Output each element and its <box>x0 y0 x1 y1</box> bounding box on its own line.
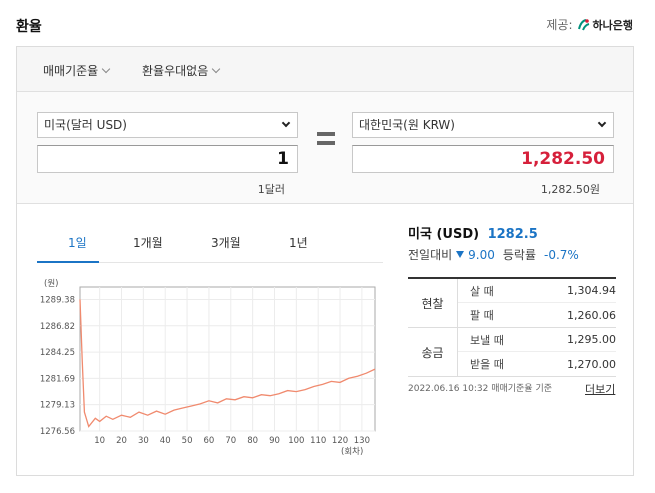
y-axis-label: (원) <box>44 279 58 289</box>
y-tick-label: 1284.25 <box>40 348 75 358</box>
table-row: 보낼 때 1,295.00 <box>458 328 616 352</box>
tab-1-month[interactable]: 1개월 <box>133 234 163 251</box>
remit-label: 송금 <box>408 328 458 376</box>
tab-1-year[interactable]: 1년 <box>289 234 308 251</box>
standard-filter[interactable]: 매매기준율 <box>43 62 111 79</box>
row-value: 1,304.94 <box>567 284 616 297</box>
x-tick-label: 120 <box>332 436 348 446</box>
equals-icon <box>317 132 335 146</box>
chevron-down-icon <box>101 64 111 73</box>
y-tick-label: 1289.38 <box>40 296 75 306</box>
x-tick-label: 90 <box>269 436 280 446</box>
x-axis-label: (회차) <box>341 447 363 457</box>
to-currency-select[interactable]: 대한민국(원 KRW) <box>352 112 614 138</box>
current-rate: 1282.5 <box>487 227 538 242</box>
active-tab-indicator <box>37 261 99 263</box>
provider: 제공: 하나은행 <box>546 16 633 33</box>
table-row: 받을 때 1,270.00 <box>458 352 616 376</box>
rate-change: 전일대비 9.00 등락률 -0.7% <box>408 246 579 263</box>
x-tick-label: 130 <box>354 436 370 446</box>
x-tick-label: 110 <box>310 436 326 446</box>
filter-bar: 매매기준율 환율우대없음 <box>17 47 633 92</box>
more-link[interactable]: 더보기 <box>585 381 615 397</box>
bank-logo-icon <box>577 18 589 30</box>
standard-filter-label: 매매기준율 <box>43 64 99 78</box>
pct-value: -0.7% <box>544 247 579 262</box>
x-tick-label: 80 <box>247 436 258 446</box>
to-amount-unit: 1,282.50원 <box>540 183 600 196</box>
row-label: 살 때 <box>470 284 494 298</box>
tab-1-day[interactable]: 1일 <box>68 234 87 251</box>
y-tick-label: 1279.13 <box>40 401 75 411</box>
chevron-down-icon <box>597 118 607 128</box>
provider-name: 하나은행 <box>592 18 633 32</box>
x-tick-label: 60 <box>204 436 215 446</box>
x-tick-label: 70 <box>225 436 236 446</box>
period-tabs: 1일 1개월 3개월 1년 <box>37 223 363 263</box>
x-tick-label: 40 <box>160 436 171 446</box>
from-currency-label: 미국(달러 USD) <box>44 118 127 132</box>
rate-headline: 미국 (USD) 1282.5 <box>408 223 538 242</box>
plot-area <box>79 286 376 432</box>
cash-label: 현찰 <box>408 279 458 327</box>
y-tick-label: 1281.69 <box>40 374 75 384</box>
tab-3-month[interactable]: 3개월 <box>211 234 241 251</box>
to-amount-input[interactable]: 1,282.50 <box>352 145 614 173</box>
to-currency-label: 대한민국(원 KRW) <box>359 118 455 132</box>
row-value: 1,270.00 <box>567 357 616 371</box>
from-currency-select[interactable]: 미국(달러 USD) <box>37 112 298 138</box>
x-tick-label: 50 <box>182 436 193 446</box>
bank-logo: 하나은행 <box>577 17 633 33</box>
table-row: 팔 때 1,260.06 <box>458 303 616 327</box>
y-tick-label: 1276.56 <box>40 427 75 437</box>
country-name: 미국 <box>408 227 432 242</box>
chevron-down-icon <box>212 64 221 73</box>
remit-group: 송금 보낼 때 1,295.00 받을 때 1,270.00 <box>408 328 616 377</box>
x-tick-label: 20 <box>116 436 127 446</box>
x-tick-label: 30 <box>138 436 149 446</box>
preference-filter-label: 환율우대없음 <box>142 64 209 78</box>
row-label: 받을 때 <box>470 358 504 371</box>
from-amount-input[interactable]: 1 <box>37 145 298 173</box>
arrow-down-icon <box>456 251 465 258</box>
rate-chart: 1276.56 1279.13 1281.69 1284.25 1286.82 1289.… <box>40 279 376 457</box>
table-row: 살 때 1,304.94 <box>458 279 616 303</box>
x-tick-label: 10 <box>94 436 105 446</box>
exchange-panel: 매매기준율 환율우대없음 미국(달러 USD) 1 1달러 대한민국(원 KRW… <box>16 46 634 476</box>
row-label: 보낼 때 <box>470 333 504 347</box>
change-value: 9.00 <box>468 247 495 262</box>
currency-code: (USD) <box>436 227 480 242</box>
from-amount-unit: 1달러 <box>257 183 285 196</box>
provider-label: 제공: <box>546 18 573 32</box>
x-tick-label: 100 <box>288 436 304 446</box>
row-value: 1,295.00 <box>567 333 616 346</box>
rate-table: 현찰 살 때 1,304.94 팔 때 1,260.06 송금 보낼 때 1,2… <box>408 277 616 377</box>
row-value: 1,260.06 <box>567 308 616 322</box>
page-title: 환율 <box>16 19 42 35</box>
timestamp: 2022.06.16 10:32 매매기준율 기준 <box>408 384 553 394</box>
prev-day-label: 전일대비 <box>408 248 453 262</box>
row-label: 팔 때 <box>470 309 494 322</box>
pct-label: 등락률 <box>502 248 537 262</box>
cash-group: 현찰 살 때 1,304.94 팔 때 1,260.06 <box>408 279 616 328</box>
chevron-down-icon <box>281 118 291 128</box>
preference-filter[interactable]: 환율우대없음 <box>142 62 221 79</box>
converter: 미국(달러 USD) 1 1달러 대한민국(원 KRW) 1,282.50 1,… <box>17 92 633 204</box>
y-tick-label: 1286.82 <box>40 322 75 332</box>
